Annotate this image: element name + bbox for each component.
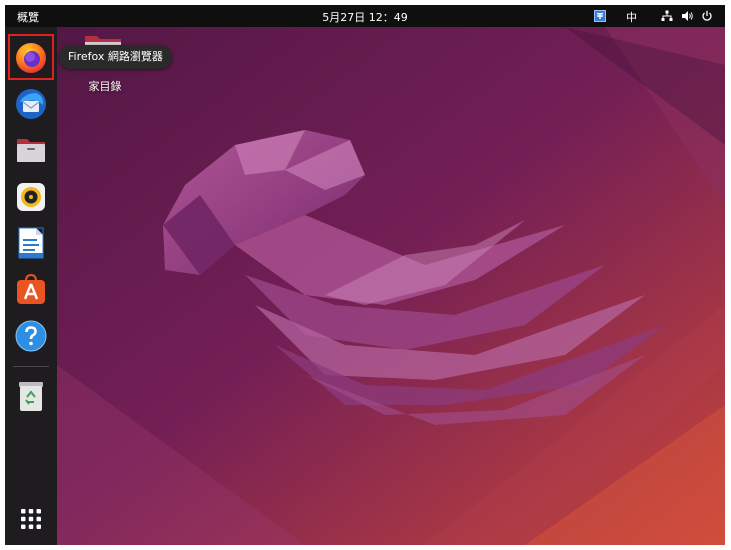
dock-item-files[interactable] <box>9 128 53 172</box>
activities-button[interactable]: 概覽 <box>17 9 39 25</box>
dock-show-applications[interactable] <box>9 497 53 541</box>
speaker-icon <box>681 11 693 21</box>
rhythmbox-icon <box>17 183 45 211</box>
files-icon <box>17 139 45 162</box>
input-method-icon[interactable] <box>592 8 608 24</box>
dock-item-help[interactable] <box>9 314 53 358</box>
trash-icon <box>19 382 43 411</box>
firefox-tooltip: Firefox 網路瀏覽器 <box>59 45 172 69</box>
volume-icon[interactable] <box>680 8 694 24</box>
clock-area: 5月27日 12：49 <box>5 9 725 25</box>
dock-item-libreoffice-writer[interactable] <box>9 221 53 265</box>
dock-item-app-center[interactable] <box>9 267 53 311</box>
top-bar: 概覽 5月27日 12：49 中 <box>5 5 725 27</box>
home-folder-label[interactable]: 家目錄 <box>73 78 137 94</box>
dock-item-trash[interactable] <box>9 374 53 418</box>
network-glyph-icon <box>661 10 673 21</box>
power-glyph-icon <box>702 10 712 21</box>
dock <box>5 27 57 545</box>
network-icon[interactable] <box>660 8 674 24</box>
writer-icon <box>18 227 44 259</box>
desktop-screen: 概覽 5月27日 12：49 中 家目錄 Firefox 網路瀏覽器 <box>5 5 725 545</box>
dock-item-rhythmbox[interactable] <box>9 175 53 219</box>
power-icon[interactable] <box>700 8 714 24</box>
dock-item-thunderbird[interactable] <box>9 82 53 126</box>
dock-separator <box>13 366 49 367</box>
dock-item-firefox[interactable] <box>8 34 54 80</box>
clock-button[interactable]: 5月27日 12：49 <box>322 11 408 24</box>
input-language-indicator[interactable]: 中 <box>626 9 637 25</box>
keyboard-icon <box>594 10 606 22</box>
thunderbird-icon <box>16 89 46 119</box>
grid-icon <box>21 509 41 529</box>
app-center-icon <box>17 273 45 304</box>
help-icon <box>15 320 47 352</box>
firefox-icon <box>16 43 46 73</box>
